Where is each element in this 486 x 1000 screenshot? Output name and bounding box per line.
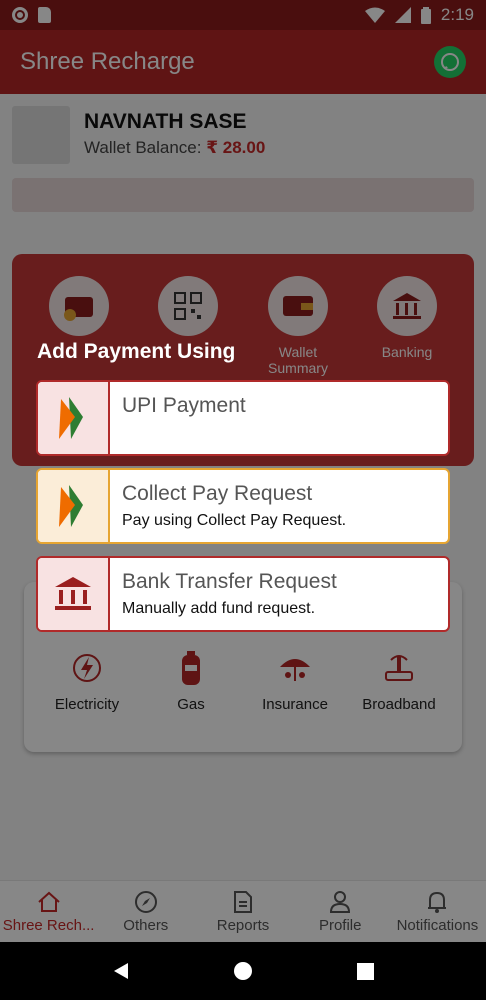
upi-payment-option[interactable]: UPI Payment — [36, 380, 450, 456]
option-title: Bank Transfer Request — [122, 570, 337, 593]
option-subtitle: Pay using Collect Pay Request. — [122, 512, 347, 529]
recents-icon[interactable] — [357, 962, 375, 980]
bank-transfer-request-option[interactable]: Bank Transfer Request Manually add fund … — [36, 556, 450, 632]
upi-logo-icon — [38, 382, 110, 454]
upi-logo-icon — [38, 470, 110, 542]
option-title: Collect Pay Request — [122, 482, 313, 505]
collect-pay-request-option[interactable]: Collect Pay Request Pay using Collect Pa… — [36, 468, 450, 544]
bank-icon — [38, 558, 110, 630]
option-subtitle: Manually add fund request. — [122, 600, 316, 617]
back-icon[interactable] — [112, 962, 130, 980]
system-navigation-bar — [0, 942, 486, 1000]
option-title: UPI Payment — [122, 394, 246, 417]
home-button-icon[interactable] — [233, 961, 253, 981]
dialog-title: Add Payment Using — [37, 340, 236, 363]
